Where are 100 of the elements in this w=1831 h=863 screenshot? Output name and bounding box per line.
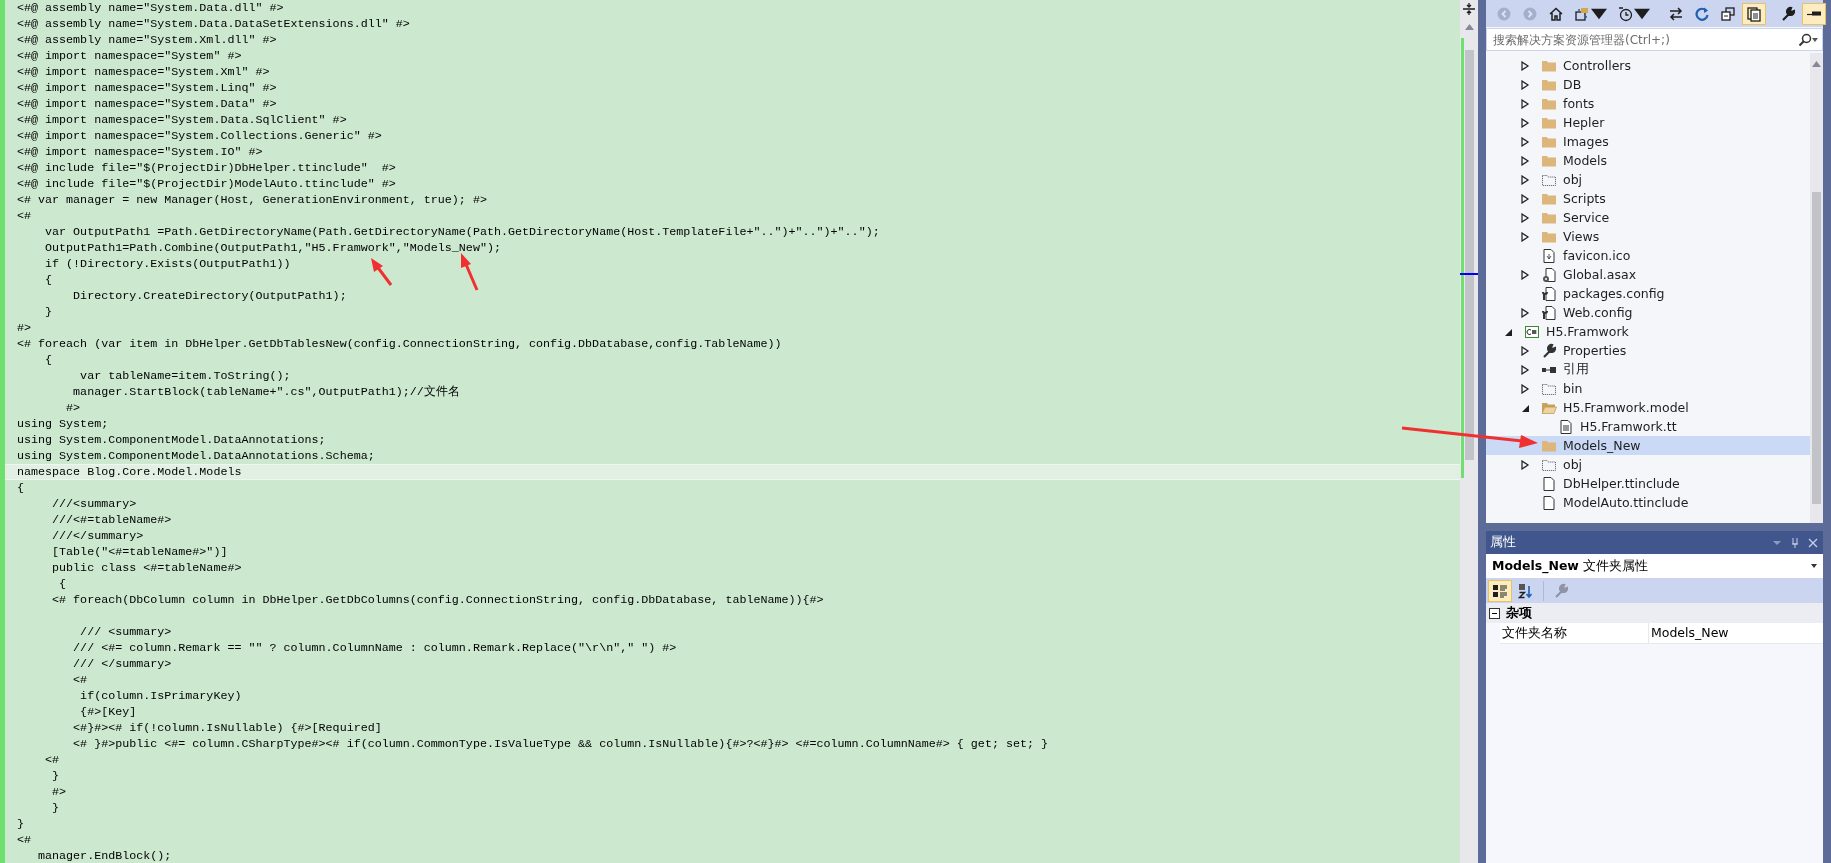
caret-icon[interactable] <box>1811 564 1817 568</box>
code-line: <# var manager = new Manager(Host, GenerationEnvironment, true); #> <box>16 192 488 208</box>
code-line: <# <box>44 752 61 768</box>
file-icon <box>1541 494 1557 511</box>
swap-arrows-icon <box>1668 5 1684 22</box>
code-line: manager.StartBlock(tableName+".cs",OutputPath1);//文件名 <box>72 384 461 400</box>
tree-item[interactable]: bin <box>1486 379 1810 398</box>
tree-item[interactable]: H5.Framwork <box>1486 322 1810 341</box>
code-line: { <box>58 576 68 592</box>
expand-arrow-icon[interactable] <box>1520 136 1530 147</box>
toolbar-button[interactable] <box>1488 579 1512 602</box>
collapse-box-icon[interactable] <box>1489 607 1500 619</box>
caret-marker <box>1460 273 1478 275</box>
expand-arrow-icon[interactable] <box>1520 174 1530 185</box>
caret-icon[interactable] <box>1812 37 1818 42</box>
code-line: } <box>16 816 25 832</box>
expand-arrow-icon[interactable] <box>1520 117 1530 128</box>
scrollbar-thumb[interactable] <box>1812 192 1821 504</box>
wrench-icon <box>1780 5 1796 22</box>
code-line: { <box>44 272 54 288</box>
search-box[interactable]: 搜索解决方案资源管理器(Ctrl+;) <box>1486 28 1823 51</box>
expand-arrow-icon[interactable] <box>1520 459 1530 470</box>
code-line: /// <#= column.Remark == "" ? column.ColumnName : column.Remark.Replace("\r\n"," ") #> <box>72 640 678 656</box>
tree-item[interactable]: Images <box>1486 132 1810 151</box>
expand-arrow-icon[interactable] <box>1520 212 1530 223</box>
expand-arrow-icon[interactable] <box>1520 155 1530 166</box>
expand-arrow-icon[interactable] <box>1520 383 1530 394</box>
documents-icon <box>1746 5 1762 22</box>
tree-item[interactable]: Controllers <box>1486 56 1810 75</box>
tree-item[interactable]: favicon.ico <box>1486 246 1810 265</box>
search-icon <box>1798 32 1812 47</box>
tree-item[interactable]: Models <box>1486 151 1810 170</box>
code-line: <# <box>72 672 89 688</box>
tree-item[interactable]: Views <box>1486 227 1810 246</box>
code-line: } <box>44 304 54 320</box>
tree-item[interactable]: Web.config <box>1486 303 1810 322</box>
code-line: <#@ import namespace="System" #> <box>16 48 243 64</box>
tree-item[interactable]: Scripts <box>1486 189 1810 208</box>
code-line: {#>[Key] <box>79 704 138 720</box>
clock-icon <box>1617 5 1633 22</box>
code-line: ///<#=tableName#> <box>51 512 173 528</box>
expand-arrow-icon[interactable] <box>1520 60 1530 71</box>
code-line: /// <summary> <box>79 624 173 640</box>
code-line: <#@ import namespace="System.IO" #> <box>16 144 264 160</box>
code-line: manager.EndBlock(); <box>37 848 173 863</box>
code-line: <#@ include file="$(ProjectDir)ModelAuto.ttinclude" #> <box>16 176 397 192</box>
tree-item[interactable]: Models_New <box>1486 436 1810 455</box>
toolbar-button[interactable] <box>1802 2 1826 25</box>
tree-item[interactable]: packages.config <box>1486 284 1810 303</box>
tree-item[interactable]: obj <box>1486 170 1810 189</box>
tree-item[interactable]: 引用 <box>1486 360 1810 379</box>
tree-item[interactable]: H5.Framwork.model <box>1486 398 1810 417</box>
tree-item[interactable]: Hepler <box>1486 113 1810 132</box>
code-line: using System; <box>16 416 110 432</box>
expand-arrow-icon[interactable] <box>1520 345 1530 356</box>
panel-title: 属性 <box>1490 534 1517 551</box>
code-line: /// </summary> <box>72 656 173 672</box>
code-line: } <box>51 800 61 816</box>
expand-arrow-icon[interactable] <box>1520 269 1530 280</box>
property-name[interactable]: 文件夹名称 <box>1500 623 1648 643</box>
pin-icon[interactable] <box>1789 536 1801 549</box>
tree-item[interactable]: ModelAuto.ttinclude <box>1486 493 1810 512</box>
code-line: ///<summary> <box>51 496 138 512</box>
code-line: <#@ import namespace="System.Collections.Generic" #> <box>16 128 383 144</box>
tree-item[interactable]: H5.Framwork.tt <box>1486 417 1810 436</box>
expand-arrow-icon[interactable] <box>1520 79 1530 90</box>
code-line: <# foreach (var item in DbHelper.GetDbTablesNew(config.ConnectionString, config.DbDatabase,config.TableName)) <box>16 336 783 352</box>
search-field[interactable]: 搜索解决方案资源管理器(Ctrl+;) <box>1491 31 1798 48</box>
tree-item[interactable]: obj <box>1486 455 1810 474</box>
code-line: <#}#><# if(!column.IsNullable) {#>[Required] <box>72 720 383 736</box>
sort-az-icon <box>1518 582 1534 599</box>
expand-arrow-icon[interactable] <box>1520 98 1530 109</box>
tree-item[interactable]: DbHelper.ttinclude <box>1486 474 1810 493</box>
code-line: { <box>16 480 25 496</box>
refresh-icon <box>1694 5 1710 22</box>
property-value[interactable]: Models_New <box>1648 623 1823 643</box>
expand-arrow-icon[interactable] <box>1520 307 1530 318</box>
tree-item[interactable]: fonts <box>1486 94 1810 113</box>
scrollbar-thumb[interactable] <box>1464 50 1474 460</box>
code-line: <# foreach(DbColumn column in DbHelper.GetDbColumns(config.ConnectionString, config.DbDatabase, tableName)){#> <box>51 592 825 608</box>
scroll-up-icon[interactable] <box>1464 24 1474 30</box>
config-file-icon <box>1541 304 1557 321</box>
tree-item[interactable]: DB <box>1486 75 1810 94</box>
expand-arrow-icon[interactable] <box>1520 193 1530 204</box>
expand-arrow-icon[interactable] <box>1520 231 1530 242</box>
code-line: Directory.CreateDirectory(OutputPath1); <box>72 288 348 304</box>
wrench-icon <box>1541 342 1557 359</box>
code-line: ///</summary> <box>51 528 145 544</box>
tree-item[interactable]: Properties <box>1486 341 1810 360</box>
close-icon[interactable] <box>1807 536 1819 549</box>
tree-item[interactable]: Service <box>1486 208 1810 227</box>
splitter-icon[interactable] <box>1462 2 1476 16</box>
tree-item[interactable]: Global.asax <box>1486 265 1810 284</box>
code-line: <#@ assembly name="System.Data.DataSetExtensions.dll" #> <box>16 16 411 32</box>
scroll-up-icon[interactable] <box>1812 61 1821 67</box>
expand-arrow-icon[interactable] <box>1520 364 1530 375</box>
code-line: var tableName=item.ToString(); <box>79 368 292 384</box>
code-line: #> <box>65 400 82 416</box>
image-file-icon <box>1541 247 1557 264</box>
code-line: { <box>44 352 54 368</box>
